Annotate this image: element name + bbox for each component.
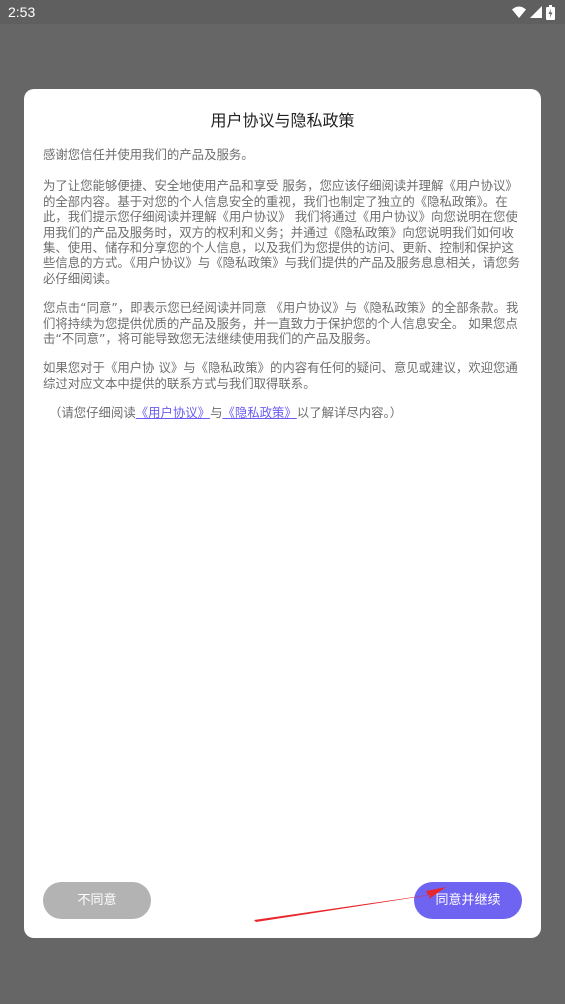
privacy-policy-link[interactable]: 《隐私政策》 [222, 405, 296, 420]
user-agreement-link[interactable]: 《用户协议》 [136, 405, 210, 420]
dialog-body[interactable]: 感谢您信任并使用我们的产品及服务。 为了让您能够便捷、安全地使用产品和享受 服务… [43, 147, 524, 435]
hint-prefix: （请您仔细阅读 [49, 405, 136, 421]
paragraph-intro: 感谢您信任并使用我们的产品及服务。 [43, 147, 254, 162]
status-icons [512, 4, 555, 20]
paragraph-consent: 您点击“同意”，即表示您已经阅读并同意 《用户协议》与《隐私政策》的全部条款。我… [43, 300, 519, 347]
cell-signal-icon [530, 6, 542, 18]
hint-middle: 与 [210, 405, 223, 421]
wifi-icon [512, 6, 526, 18]
disagree-button[interactable]: 不同意 [43, 882, 151, 919]
paragraph-contact: 如果您对于《用户协 议》与《隐私政策》的内容有任何的疑问、意见或建议，欢迎您通综… [43, 360, 518, 391]
agree-continue-button[interactable]: 同意并继续 [414, 882, 522, 919]
status-bar: 2:53 [0, 0, 565, 24]
read-hint: （请您仔细阅读《用户协议》与《隐私政策》以了解详尽内容。） [43, 405, 524, 420]
privacy-dialog: 用户协议与隐私政策 感谢您信任并使用我们的产品及服务。 为了让您能够便捷、安全地… [24, 89, 541, 938]
hint-suffix: 以了解详尽内容。） [296, 405, 403, 421]
status-time: 2:53 [8, 4, 36, 20]
dialog-title: 用户协议与隐私政策 [210, 111, 355, 130]
battery-icon [546, 4, 555, 20]
paragraph-agreement-overview: 为了让您能够便捷、安全地使用产品和享受 服务，您应该仔细阅读并理解《用户协议》的… [43, 178, 521, 286]
